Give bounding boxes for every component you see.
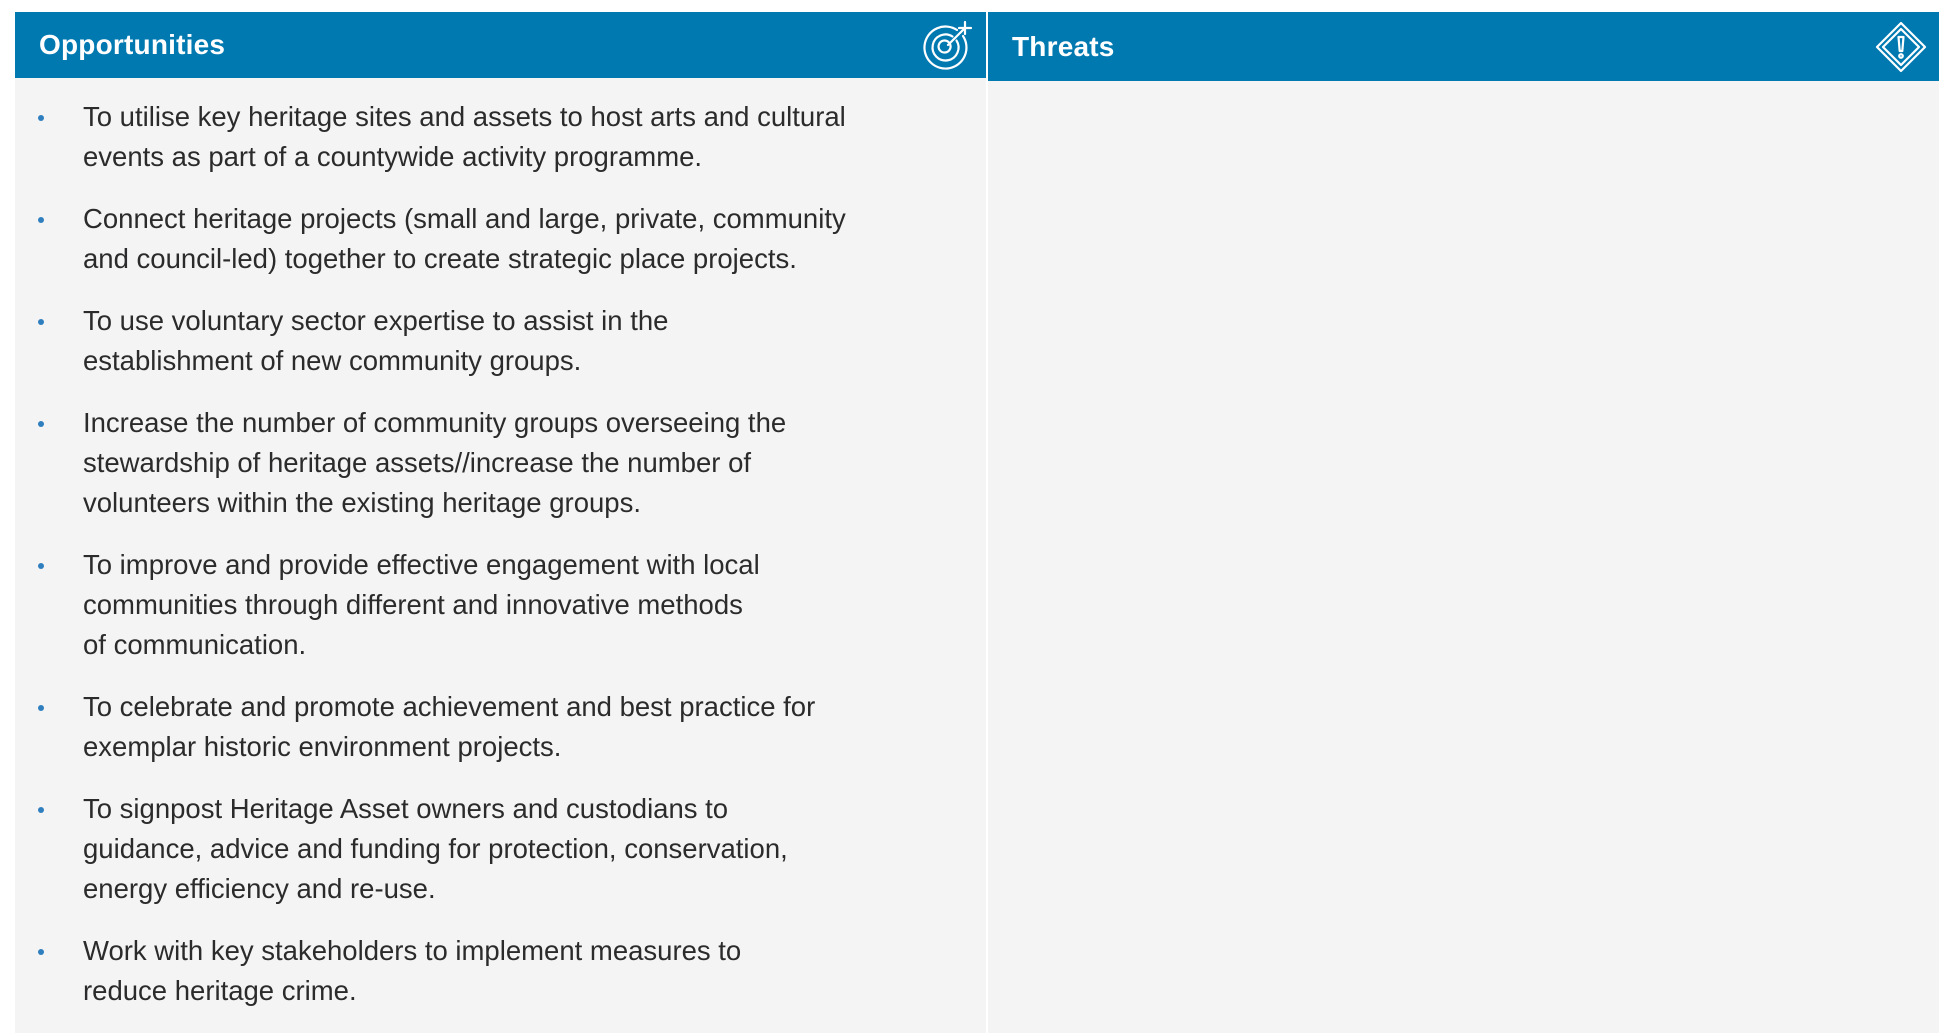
opportunities-item: To celebrate and promote achievement and… — [15, 687, 986, 767]
item-text-line: events as part of a countywide activity … — [83, 141, 703, 172]
item-text-line: reduce heritage crime. — [83, 975, 357, 1006]
item-text-line: volunteers within the existing heritage … — [83, 487, 641, 518]
bullet-icon — [38, 563, 44, 569]
warning-diamond-icon — [1873, 19, 1929, 75]
swot-panels: Opportunities To utilise key heritage si… — [15, 12, 1939, 1033]
opportunities-header: Opportunities — [15, 12, 986, 78]
opportunities-item: Connect heritage projects (small and lar… — [15, 199, 986, 279]
opportunities-item: To signpost Heritage Asset owners and cu… — [15, 789, 986, 909]
opportunities-panel: Opportunities To utilise key heritage si… — [15, 12, 986, 1033]
item-text-line: To use voluntary sector expertise to ass… — [83, 305, 669, 336]
item-text-line: establishment of new community groups. — [83, 345, 582, 376]
bullet-icon — [38, 115, 44, 121]
item-text-line: exemplar historic environment projects. — [83, 731, 562, 762]
opportunities-list: To utilise key heritage sites and assets… — [15, 78, 986, 1033]
item-text-line: Increase the number of community groups … — [83, 407, 787, 438]
opportunities-item: To utilise key heritage sites and assets… — [15, 97, 986, 177]
bullet-icon — [38, 319, 44, 325]
item-text-line: stewardship of heritage assets//increase… — [83, 447, 752, 478]
threats-panel: Threats — [988, 12, 1939, 1033]
item-text-line: To utilise key heritage sites and assets… — [83, 101, 846, 132]
item-text-line: and council-led) together to create stra… — [83, 243, 797, 274]
opportunities-item: To use voluntary sector expertise to ass… — [15, 301, 986, 381]
bullet-icon — [38, 421, 44, 427]
item-text-line: Connect heritage projects (small and lar… — [83, 203, 846, 234]
item-text-line: of communication. — [83, 629, 307, 660]
item-text-line: To celebrate and promote achievement and… — [83, 691, 816, 722]
opportunities-item: To improve and provide effective engagem… — [15, 545, 986, 665]
bullet-icon — [38, 217, 44, 223]
threats-header: Threats — [988, 12, 1939, 81]
threats-title: Threats — [1012, 30, 1115, 62]
threats-list — [988, 81, 1939, 100]
bullet-icon — [38, 949, 44, 955]
bullet-icon — [38, 705, 44, 711]
item-text-line: communities through different and innova… — [83, 589, 743, 620]
item-text-line: energy efficiency and re-use. — [83, 873, 436, 904]
item-text-line: guidance, advice and funding for protect… — [83, 833, 788, 864]
opportunities-title: Opportunities — [39, 29, 226, 60]
opportunities-item: Increase the number of community groups … — [15, 403, 986, 523]
target-icon — [920, 17, 976, 73]
item-text-line: To improve and provide effective engagem… — [83, 549, 760, 580]
bullet-icon — [38, 807, 44, 813]
item-text-line: To signpost Heritage Asset owners and cu… — [83, 793, 729, 824]
item-text-line: Work with key stakeholders to implement … — [83, 935, 742, 966]
opportunities-item: Work with key stakeholders to implement … — [15, 931, 986, 1011]
